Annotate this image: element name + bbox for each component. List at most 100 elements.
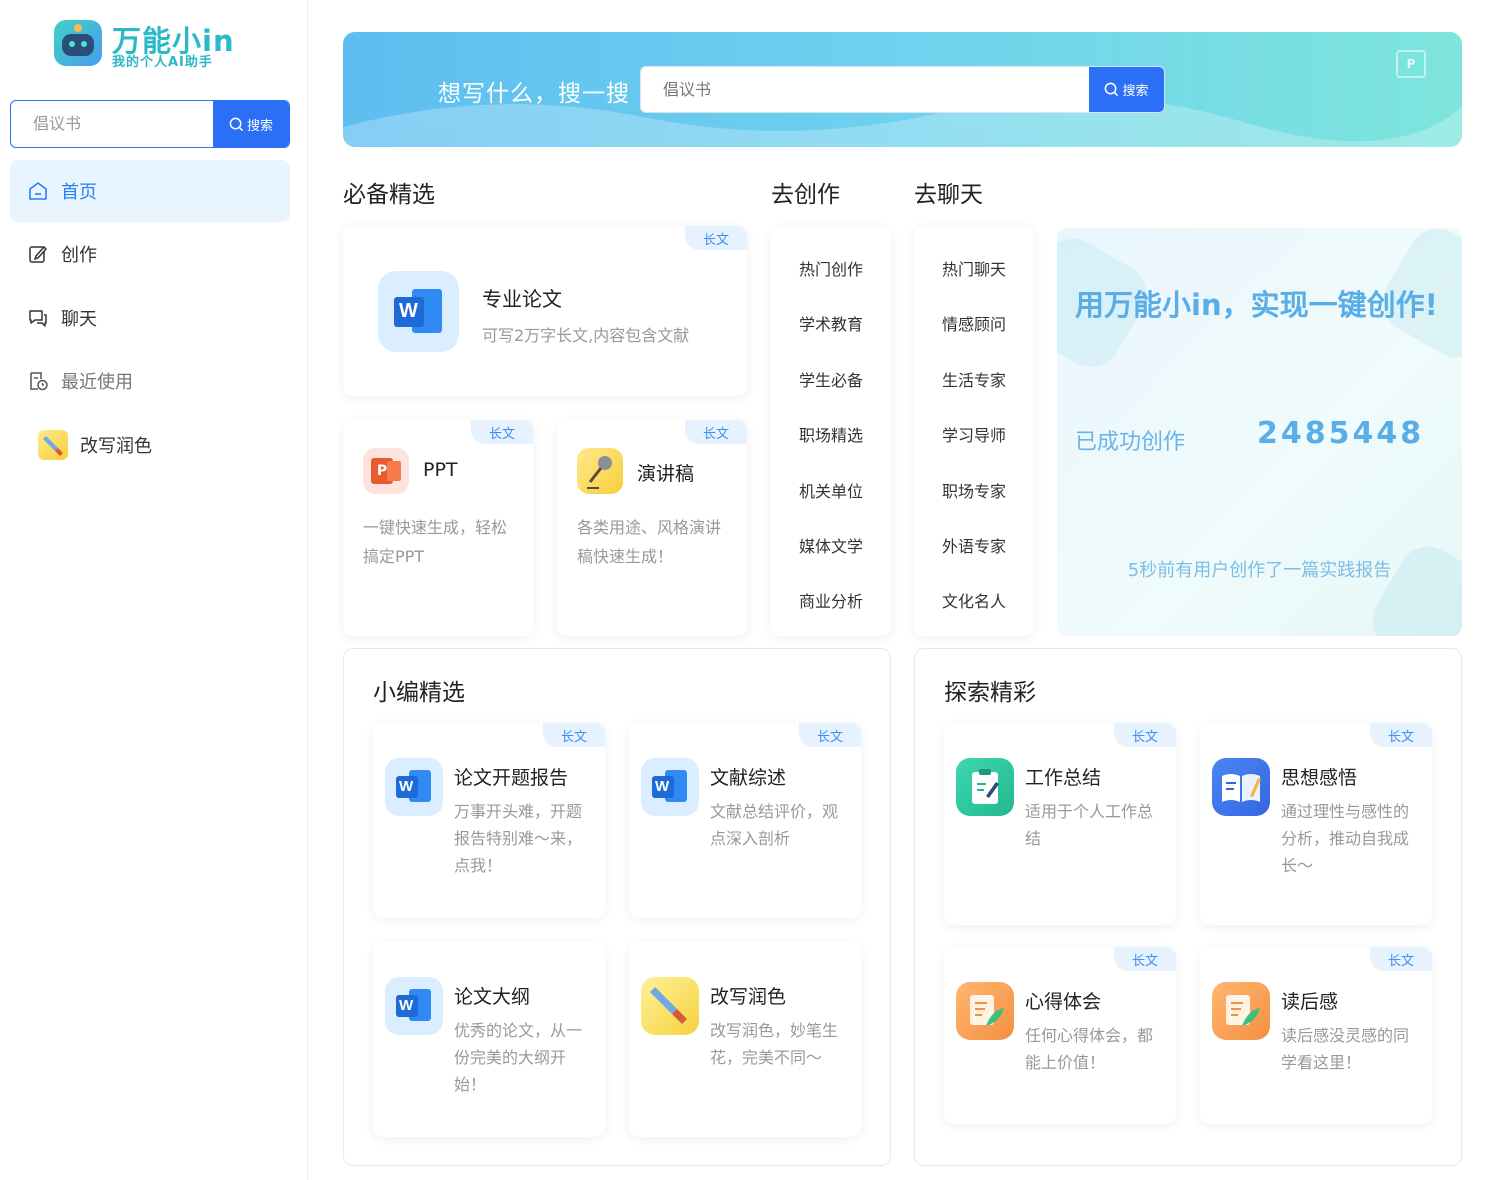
editor-picks-panel: 小编精选 长文 W 论文开题报告 万事开头难，开题报告特别难～来，点我！ 长文 … [343,648,891,1166]
create-category-item[interactable]: 热门创作 [771,256,891,280]
explore-card-experience[interactable]: 长文 心得体会 任何心得体会，都能上价值！ [944,947,1176,1124]
sidebar-item-label: 首页 [61,182,97,203]
create-category-list: 热门创作 学术教育 学生必备 职场精选 机关单位 媒体文学 商业分析 [771,226,891,636]
section-title-create: 去创作 [771,182,840,208]
clipboard-icon [956,758,1014,816]
search-icon [1105,82,1119,97]
long-text-tag: 长文 [685,226,747,250]
sidebar-item-home[interactable]: 首页 [10,160,290,222]
logo-subtitle: 我的个人AI助手 [112,55,213,70]
long-text-tag: 长文 [685,420,747,444]
long-text-tag: 长文 [1114,723,1176,747]
open-book-icon [1212,758,1270,816]
search-banner: 想写什么，搜一搜 搜索 P [343,32,1462,147]
sidebar-item-label: 最近使用 [61,372,133,393]
chat-category-item[interactable]: 热门聊天 [914,256,1034,280]
pen-icon [641,977,699,1035]
long-text-tag: 长文 [1370,723,1432,747]
featured-card-speech[interactable]: 长文 演讲稿 各类用途、风格演讲稿快速生成！ [557,420,747,636]
create-category-item[interactable]: 职场精选 [771,422,891,446]
pick-card-literature-review[interactable]: 长文 W 文献综述 文献总结评价，观点深入剖析 [629,723,861,918]
card-desc: 优秀的论文，从一份完美的大纲开始！ [454,1021,583,1094]
card-desc: 通过理性与感性的分析，推动自我成长～ [1281,802,1410,875]
featured-card-paper[interactable]: 长文 W 专业论文 可写2万字长文,内容包含文献 [343,226,747,396]
create-category-item[interactable]: 商业分析 [771,588,891,612]
long-text-tag: 长文 [1114,947,1176,971]
word-icon: W [385,977,443,1035]
chat-category-item[interactable]: 生活专家 [914,367,1034,391]
promo-count-label: 已成功创作 [1075,430,1186,455]
recent-icon [30,372,48,391]
pick-card-proposal[interactable]: 长文 W 论文开题报告 万事开头难，开题报告特别难～来，点我！ [373,723,605,918]
ppt-watermark-icon: P [1396,50,1426,78]
card-desc: 一键快速生成，轻松搞定PPT [363,518,508,566]
notes-feather-icon [1212,982,1270,1040]
featured-card-ppt[interactable]: 长文 P PPT 一键快速生成，轻松搞定PPT [343,420,533,636]
microphone-icon [577,448,623,494]
sidebar-search-button[interactable]: 搜索 [213,101,289,147]
banner-search-button[interactable]: 搜索 [1089,67,1164,112]
recent-item-label: 改写润色 [80,436,152,457]
card-desc: 适用于个人工作总结 [1025,802,1154,848]
create-category-item[interactable]: 媒体文学 [771,533,891,557]
card-title: 演讲稿 [637,463,695,485]
sidebar-item-label: 聊天 [61,309,97,330]
chat-category-item[interactable]: 职场专家 [914,478,1034,502]
banner-search-button-label: 搜索 [1122,84,1149,99]
home-icon [29,182,47,200]
pick-card-rewrite[interactable]: 改写润色 改写润色，妙笔生花，完美不同～ [629,942,861,1137]
app-logo[interactable]: 万能小in 我的个人AI助手 [54,18,254,70]
recent-item-rewrite[interactable]: 改写润色 [38,428,152,462]
explore-panel: 探索精彩 长文 工作总结 适用于个人工作总结 长文 思想感悟 通过理性与感性的分… [914,648,1462,1166]
create-category-item[interactable]: 机关单位 [771,478,891,502]
explore-card-work-summary[interactable]: 长文 工作总结 适用于个人工作总结 [944,723,1176,925]
explore-card-book-review[interactable]: 长文 读后感 读后感没灵感的同学看这里！ [1200,947,1432,1124]
sidebar-search-input[interactable] [11,101,215,146]
sidebar-search: 搜索 [10,100,290,148]
card-desc: 改写润色，妙笔生花，完美不同～ [710,1021,839,1067]
pick-card-outline[interactable]: W 论文大纲 优秀的论文，从一份完美的大纲开始！ [373,942,605,1137]
banner-title: 想写什么，搜一搜 [438,81,630,107]
word-icon: W [378,271,459,352]
card-title: 文献综述 [710,767,787,789]
search-icon [229,117,244,131]
sidebar-item-chat[interactable]: 聊天 [10,287,290,349]
promo-note: 5秒前有用户创作了一篇实践报告 [1127,560,1392,581]
chat-category-item[interactable]: 文化名人 [914,588,1034,612]
pen-icon [38,430,68,460]
explore-card-reflection[interactable]: 长文 思想感悟 通过理性与感性的分析，推动自我成长～ [1200,723,1432,925]
chat-category-list: 热门聊天 情感顾问 生活专家 学习导师 职场专家 外语专家 文化名人 [914,226,1034,636]
card-desc: 文献总结评价，观点深入剖析 [710,802,839,848]
section-title-featured: 必备精选 [343,182,435,208]
create-category-item[interactable]: 学术教育 [771,311,891,335]
card-title: 专业论文 [482,287,562,311]
sidebar-item-label: 创作 [61,245,97,266]
long-text-tag: 长文 [543,723,605,747]
long-text-tag: 长文 [1370,947,1432,971]
banner-search-input[interactable] [641,67,1089,112]
card-desc: 读后感没灵感的同学看这里！ [1281,1026,1410,1072]
long-text-tag: 长文 [471,420,533,444]
robot-logo-icon [54,20,102,66]
create-category-item[interactable]: 学生必备 [771,367,891,391]
word-icon: W [641,758,699,816]
card-title: 论文大纲 [454,986,531,1008]
word-icon: W [385,758,443,816]
ppt-icon: P [363,448,409,494]
card-title: 读后感 [1281,991,1339,1013]
chat-category-item[interactable]: 外语专家 [914,533,1034,557]
edit-icon [29,245,48,263]
chat-category-item[interactable]: 情感顾问 [914,311,1034,335]
card-desc: 可写2万字长文,内容包含文献 [482,326,690,345]
sidebar-item-recent[interactable]: 最近使用 [10,350,290,412]
card-title: 思想感悟 [1281,767,1358,789]
card-desc: 万事开头难，开题报告特别难～来，点我！ [454,802,583,875]
sidebar-item-create[interactable]: 创作 [10,223,290,285]
chat-icon [29,310,47,327]
long-text-tag: 长文 [799,723,861,747]
chat-category-item[interactable]: 学习导师 [914,422,1034,446]
banner-search: 搜索 [640,66,1165,113]
promo-panel: 用万能小in，实现一键创作! 已成功创作 2485448 5秒前有用户创作了一篇… [1057,228,1462,636]
card-title: 心得体会 [1025,991,1102,1013]
promo-count: 2485448 [1257,416,1425,451]
